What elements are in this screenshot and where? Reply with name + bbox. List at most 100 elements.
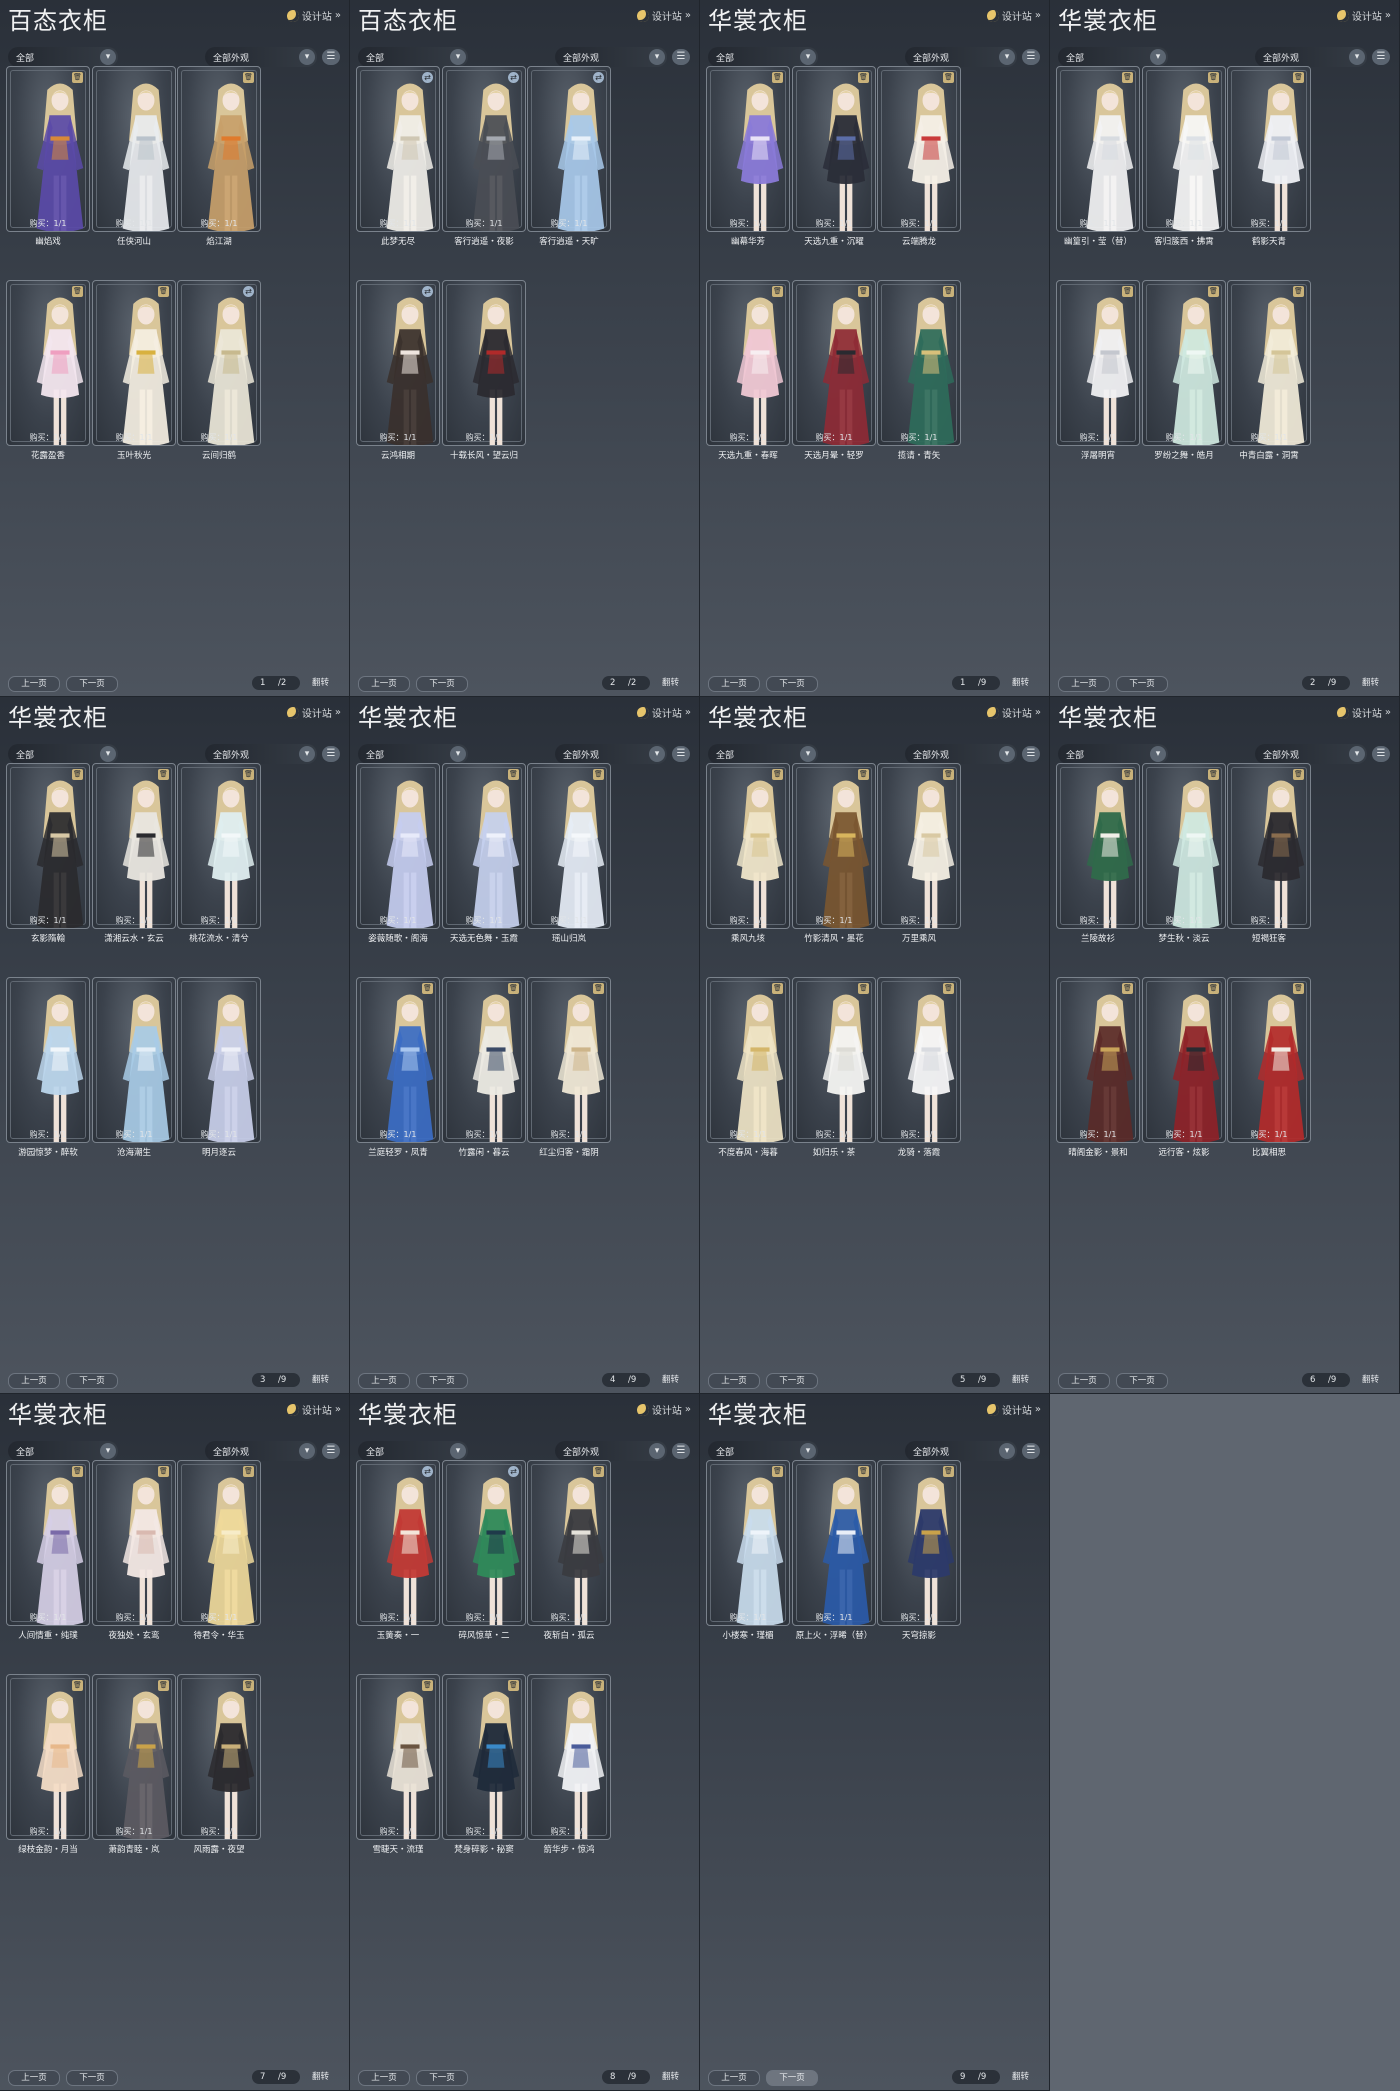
category-filter-dropdown[interactable]: 全部 ▾ [1058,744,1168,764]
outfit-card[interactable]: 🗑 购买：1/1 [6,66,90,232]
sort-list-button[interactable]: ☰ [672,49,690,65]
trash-icon[interactable]: 🗑 [858,286,869,297]
flip-button[interactable]: 翻转 [312,1373,329,1387]
outfit-card[interactable]: 🗑 购买：1/1 [92,1460,176,1626]
sort-list-button[interactable]: ☰ [672,746,690,762]
category-filter-dropdown[interactable]: 全部 ▾ [8,1441,118,1461]
outfit-card[interactable]: ⇄ 购买：1/1 [356,280,440,446]
flip-button[interactable]: 翻转 [1362,676,1379,690]
flip-button[interactable]: 翻转 [1012,1373,1029,1387]
next-page-button[interactable]: 下一页 [416,1373,468,1389]
sort-list-button[interactable]: ☰ [1022,746,1040,762]
appearance-filter-dropdown[interactable]: 全部外观 ▾ [905,744,1017,764]
outfit-card[interactable]: 🗑 购买：1/1 [877,977,961,1143]
prev-page-button[interactable]: 上一页 [8,1373,60,1389]
trash-icon[interactable]: 🗑 [158,1466,169,1477]
trash-icon[interactable]: 🗑 [72,1680,83,1691]
trash-icon[interactable]: 🗑 [508,983,519,994]
swap-icon[interactable]: ⇄ [422,286,433,297]
prev-page-button[interactable]: 上一页 [358,676,410,692]
outfit-card[interactable]: ⇄ 购买：1/1 [527,66,611,232]
outfit-card[interactable]: 🗑 购买：1/1 [1142,977,1226,1143]
outfit-card[interactable]: 🗑 购买：1/1 [92,280,176,446]
outfit-card[interactable]: 🗑 购买：1/1 [1056,763,1140,929]
sort-list-button[interactable]: ☰ [1022,49,1040,65]
outfit-card[interactable]: 🗑 购买：1/1 [1227,280,1311,446]
trash-icon[interactable]: 🗑 [943,769,954,780]
category-filter-dropdown[interactable]: 全部 ▾ [708,47,818,67]
designer-station-link[interactable]: 设计站» [286,1402,341,1417]
designer-station-link[interactable]: 设计站» [286,705,341,720]
trash-icon[interactable]: 🗑 [943,983,954,994]
trash-icon[interactable]: 🗑 [772,1466,783,1477]
outfit-card[interactable]: 🗑 购买：1/1 [356,977,440,1143]
flip-button[interactable]: 翻转 [662,2070,679,2084]
flip-button[interactable]: 翻转 [1012,676,1029,690]
trash-icon[interactable]: 🗑 [858,769,869,780]
outfit-card[interactable]: 🗑 购买：1/1 [527,977,611,1143]
trash-icon[interactable]: 🗑 [72,769,83,780]
outfit-card[interactable]: 🗑 购买：1/1 [877,66,961,232]
designer-station-link[interactable]: 设计站» [986,1402,1041,1417]
appearance-filter-dropdown[interactable]: 全部外观 ▾ [205,744,317,764]
trash-icon[interactable]: 🗑 [158,769,169,780]
prev-page-button[interactable]: 上一页 [708,1373,760,1389]
outfit-card[interactable]: ⇄ 购买：5/5 [442,1460,526,1626]
outfit-card[interactable]: 购买：1/1 [92,66,176,232]
trash-icon[interactable]: 🗑 [72,72,83,83]
outfit-card[interactable]: 🗑 购买：1/1 [1142,763,1226,929]
trash-icon[interactable]: 🗑 [593,1466,604,1477]
outfit-card[interactable]: 🗑 购买：1/1 [92,1674,176,1840]
prev-page-button[interactable]: 上一页 [358,2070,410,2086]
trash-icon[interactable]: 🗑 [1122,983,1133,994]
appearance-filter-dropdown[interactable]: 全部外观 ▾ [205,1441,317,1461]
trash-icon[interactable]: 🗑 [158,1680,169,1691]
swap-icon[interactable]: ⇄ [508,72,519,83]
outfit-card[interactable]: ⇄ 购买：1/1 [442,66,526,232]
outfit-card[interactable]: 🗑 购买：1/1 [177,66,261,232]
trash-icon[interactable]: 🗑 [943,72,954,83]
outfit-card[interactable]: 🗑 购买：1/1 [356,1674,440,1840]
category-filter-dropdown[interactable]: 全部 ▾ [8,47,118,67]
category-filter-dropdown[interactable]: 全部 ▾ [708,744,818,764]
trash-icon[interactable]: 🗑 [1208,286,1219,297]
appearance-filter-dropdown[interactable]: 全部外观 ▾ [555,744,667,764]
next-page-button[interactable]: 下一页 [416,676,468,692]
trash-icon[interactable]: 🗑 [593,983,604,994]
trash-icon[interactable]: 🗑 [243,1466,254,1477]
trash-icon[interactable]: 🗑 [1122,286,1133,297]
trash-icon[interactable]: 🗑 [243,769,254,780]
appearance-filter-dropdown[interactable]: 全部外观 ▾ [205,47,317,67]
category-filter-dropdown[interactable]: 全部 ▾ [358,744,468,764]
trash-icon[interactable]: 🗑 [1293,72,1304,83]
appearance-filter-dropdown[interactable]: 全部外观 ▾ [905,47,1017,67]
flip-button[interactable]: 翻转 [662,676,679,690]
sort-list-button[interactable]: ☰ [1372,49,1390,65]
outfit-card[interactable]: 🗑 购买：1/1 [527,1460,611,1626]
prev-page-button[interactable]: 上一页 [708,2070,760,2086]
outfit-card[interactable]: 购买：1/1 [177,977,261,1143]
outfit-card[interactable]: 🗑 购买：1/1 [1056,280,1140,446]
trash-icon[interactable]: 🗑 [72,1466,83,1477]
prev-page-button[interactable]: 上一页 [8,2070,60,2086]
flip-button[interactable]: 翻转 [1362,1373,1379,1387]
designer-station-link[interactable]: 设计站» [636,1402,691,1417]
sort-list-button[interactable]: ☰ [322,1443,340,1459]
outfit-card[interactable]: 购买：1/1 [442,280,526,446]
next-page-button[interactable]: 下一页 [1116,676,1168,692]
designer-station-link[interactable]: 设计站» [286,8,341,23]
sort-list-button[interactable]: ☰ [322,746,340,762]
outfit-card[interactable]: 🗑 购买：1/1 [706,280,790,446]
outfit-card[interactable]: ⇄ 购买：1/1 [356,66,440,232]
outfit-card[interactable]: 🗑 购买：1/1 [177,1674,261,1840]
outfit-card[interactable]: 🗑 购买：1/1 [442,977,526,1143]
outfit-card[interactable]: 🗑 购买：1/1 [442,763,526,929]
outfit-card[interactable]: 🗑 购买：1/1 [6,763,90,929]
appearance-filter-dropdown[interactable]: 全部外观 ▾ [1255,47,1367,67]
sort-list-button[interactable]: ☰ [322,49,340,65]
outfit-card[interactable]: 🗑 购买：1/1 [792,763,876,929]
outfit-card[interactable]: 🗑 购买：1/1 [706,977,790,1143]
flip-button[interactable]: 翻转 [1012,2070,1029,2084]
outfit-card[interactable]: 🗑 购买：1/1 [1227,763,1311,929]
outfit-card[interactable]: 🗑 购买：1/1 [1227,66,1311,232]
